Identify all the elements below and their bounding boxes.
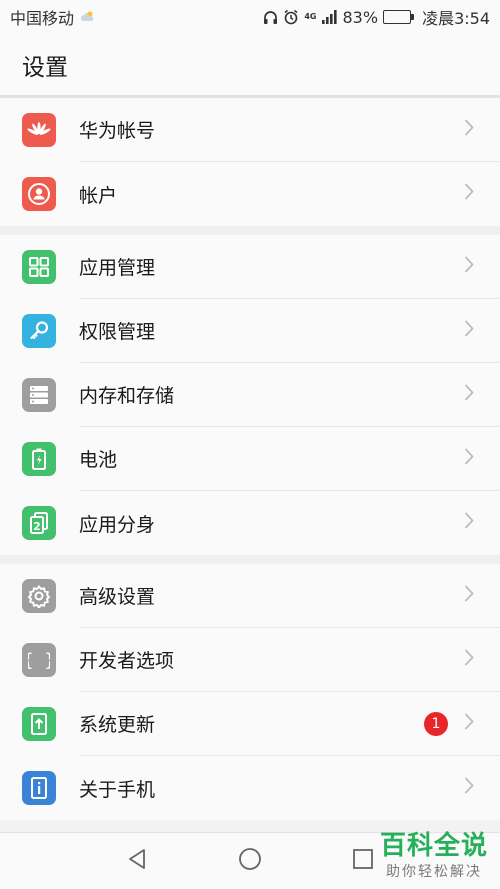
settings-item-row-body: 权限管理 xyxy=(79,299,500,363)
settings-group: 华为帐号 帐户 xyxy=(0,98,500,226)
group-divider xyxy=(0,555,500,564)
settings-item-label: 应用管理 xyxy=(79,257,156,279)
settings-item[interactable]: 电池 xyxy=(0,427,500,491)
system-update-icon xyxy=(22,707,56,741)
svg-text:{ }: { } xyxy=(28,650,50,671)
page-title: 设置 xyxy=(0,34,500,98)
braces-icon: { } xyxy=(22,643,56,677)
settings-item-row-body: 应用管理 xyxy=(79,235,500,299)
headphone-icon xyxy=(262,9,278,25)
settings-item[interactable]: 2 应用分身 xyxy=(0,491,500,555)
key-icon xyxy=(22,314,56,348)
settings-item-label: 高级设置 xyxy=(79,586,156,608)
settings-item-row-body: 内存和存储 xyxy=(79,363,500,427)
settings-item-label: 内存和存储 xyxy=(79,385,175,407)
settings-item[interactable]: 帐户 xyxy=(0,162,500,226)
settings-item-row-body: 帐户 xyxy=(79,162,500,226)
settings-item[interactable]: 高级设置 xyxy=(0,564,500,628)
settings-item-label: 电池 xyxy=(79,449,118,471)
settings-group: 应用管理权限管理内存和存储电池 2 应用分身 xyxy=(0,235,500,555)
chevron-right-icon xyxy=(464,648,474,671)
settings-item-label: 开发者选项 xyxy=(79,650,175,672)
settings-item[interactable]: { } 开发者选项 xyxy=(0,628,500,692)
home-icon[interactable] xyxy=(238,847,262,875)
recent-apps-icon[interactable] xyxy=(352,848,374,874)
storage-icon xyxy=(22,378,56,412)
back-icon[interactable] xyxy=(126,847,148,875)
chevron-right-icon xyxy=(464,712,474,735)
status-bar: 中国移动 4G 83% 凌晨3:54 xyxy=(0,0,500,34)
chevron-right-icon xyxy=(464,447,474,470)
settings-item-label: 系统更新 xyxy=(79,714,156,736)
page-title-text: 设置 xyxy=(22,54,68,81)
weather-icon xyxy=(79,9,95,25)
battery-percent: 83% xyxy=(342,7,379,27)
watermark-title: 百科全说 xyxy=(379,831,488,861)
settings-item[interactable]: 关于手机 xyxy=(0,756,500,820)
chevron-right-icon xyxy=(464,255,474,278)
settings-item[interactable]: 权限管理 xyxy=(0,299,500,363)
carrier-name: 中国移动 xyxy=(10,9,75,28)
settings-item-row-body: 华为帐号 xyxy=(79,98,500,162)
settings-item[interactable]: 应用管理 xyxy=(0,235,500,299)
gear-icon xyxy=(22,579,56,613)
group-divider xyxy=(0,226,500,235)
settings-item-row-body: 应用分身 xyxy=(79,491,500,555)
watermark-logo: 百科全说 助你轻松解决 xyxy=(380,831,488,881)
settings-item-label: 华为帐号 xyxy=(79,120,156,142)
user-icon xyxy=(22,177,56,211)
chevron-right-icon xyxy=(464,118,474,141)
watermark-subtitle: 助你轻松解决 xyxy=(385,864,482,880)
settings-item-row-body: 开发者选项 xyxy=(79,628,500,692)
settings-item-row-body: 关于手机 xyxy=(79,756,500,820)
battery-icon xyxy=(383,10,415,24)
settings-item-label: 权限管理 xyxy=(79,321,156,343)
settings-item[interactable]: 内存和存储 xyxy=(0,363,500,427)
chevron-right-icon xyxy=(464,183,474,206)
settings-group: 高级设置 { } 开发者选项系统更新 1 关于手机 xyxy=(0,564,500,820)
settings-item-label: 帐户 xyxy=(79,184,118,207)
update-count-badge: 1 xyxy=(424,711,448,736)
battery-icon xyxy=(22,442,56,476)
svg-text:2: 2 xyxy=(33,520,41,533)
grid-icon xyxy=(22,250,56,284)
chevron-right-icon xyxy=(464,383,474,406)
chevron-right-icon xyxy=(464,584,474,607)
chevron-right-icon xyxy=(464,319,474,342)
chevron-right-icon xyxy=(464,512,474,535)
alarm-icon xyxy=(283,9,299,25)
huawei-logo-icon xyxy=(22,113,56,147)
info-icon xyxy=(22,771,56,805)
chevron-right-icon xyxy=(464,777,474,800)
network-type: 4G xyxy=(304,12,317,21)
settings-item-label: 关于手机 xyxy=(79,778,156,801)
app-twin-icon: 2 xyxy=(22,506,56,540)
clock: 凌晨3:54 xyxy=(422,9,490,28)
settings-list: 华为帐号帐户应用管理权限管理内存和存储电池 2 应用分身高级设置 { } 开发者选项系统… xyxy=(0,98,500,820)
settings-item-label: 应用分身 xyxy=(79,513,156,536)
settings-item[interactable]: 华为帐号 xyxy=(0,98,500,162)
settings-item[interactable]: 系统更新 1 xyxy=(0,692,500,756)
signal-icon xyxy=(321,9,338,25)
settings-item-row-body: 系统更新 1 xyxy=(79,692,500,756)
settings-item-row-body: 高级设置 xyxy=(79,564,500,628)
settings-item-row-body: 电池 xyxy=(79,427,500,491)
